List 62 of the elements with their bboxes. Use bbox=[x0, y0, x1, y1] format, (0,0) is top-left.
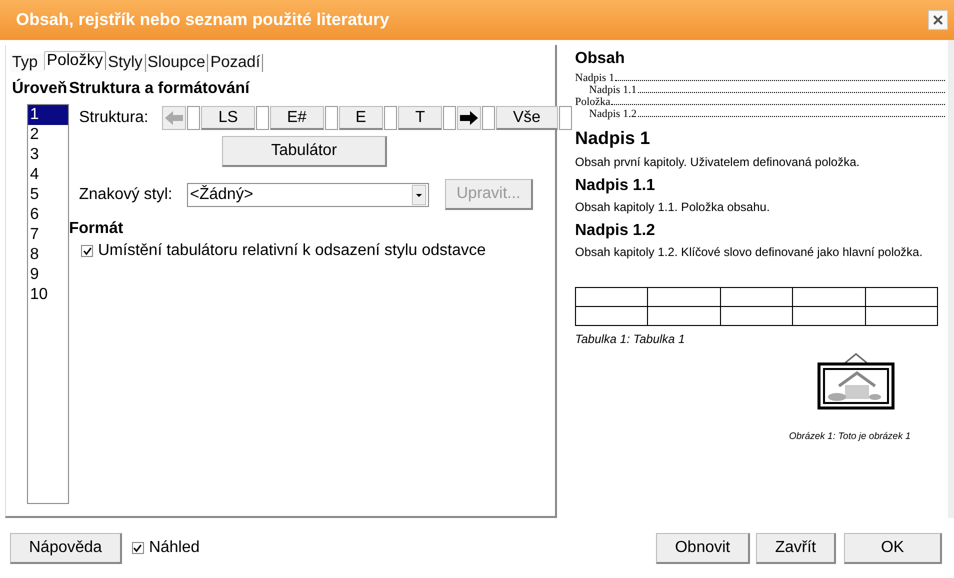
image-caption: Obrázek 1: Toto je obrázek 1 bbox=[789, 431, 912, 442]
tab[interactable]: Typ bbox=[10, 54, 44, 72]
level-item[interactable]: 9 bbox=[28, 265, 68, 285]
section-heading: Formát bbox=[69, 220, 124, 238]
close-icon bbox=[933, 15, 943, 25]
framed-picture-icon bbox=[815, 352, 897, 412]
level-item[interactable]: 1 bbox=[28, 105, 68, 125]
checkbox-label: Umístění tabulátoru relativní k odsazení stylu odstavce bbox=[98, 242, 486, 260]
dropdown-icon bbox=[412, 184, 426, 204]
toc-entry: Položka bbox=[575, 96, 945, 108]
close-button[interactable] bbox=[928, 10, 948, 30]
left-arrow-icon bbox=[164, 110, 184, 126]
toc-entry: Nadpis 1 bbox=[575, 72, 945, 84]
preview-paragraph: Obsah kapitoly 1.2. Klíčové slovo definované jako hlavní položka. bbox=[575, 245, 924, 259]
preview-heading: Nadpis 1.2 bbox=[575, 222, 656, 240]
toc-entry: Nadpis 1.1 bbox=[575, 84, 945, 96]
entry-slot[interactable] bbox=[256, 106, 269, 130]
level-item[interactable]: 10 bbox=[28, 285, 68, 305]
preview-heading: Nadpis 1 bbox=[575, 128, 652, 149]
tab-button[interactable]: Tabulátor bbox=[222, 136, 387, 167]
token-button[interactable]: E bbox=[338, 106, 384, 130]
checkbox-label: Náhled bbox=[148, 539, 200, 557]
toc-entry: Nadpis 1.2 bbox=[575, 108, 945, 120]
level-item[interactable]: 4 bbox=[28, 165, 68, 185]
tab[interactable]: Položky bbox=[44, 51, 106, 70]
dialog-button[interactable]: Zavřít bbox=[756, 532, 836, 564]
token-button[interactable]: E# bbox=[270, 106, 324, 130]
level-item[interactable]: 5 bbox=[28, 185, 68, 205]
dialog-button[interactable]: Obnovit bbox=[656, 532, 750, 564]
token-button[interactable]: Vše bbox=[496, 106, 558, 130]
window-title: Obsah, rejstřík nebo seznam použité literatury bbox=[16, 10, 390, 30]
toc-title: Obsah bbox=[575, 50, 626, 68]
entry-slot[interactable] bbox=[187, 106, 200, 130]
char-style-dropdown[interactable]: <Žádný> bbox=[187, 182, 429, 206]
level-heading: Úroveň bbox=[12, 80, 68, 98]
char-style-label: Znakový styl: bbox=[79, 186, 174, 204]
tab[interactable]: Styly bbox=[106, 54, 146, 72]
level-item[interactable]: 7 bbox=[28, 225, 68, 245]
level-item[interactable]: 8 bbox=[28, 245, 68, 265]
tab[interactable]: Pozadí bbox=[208, 54, 264, 72]
right-arrow-icon bbox=[458, 110, 479, 126]
help-button[interactable]: Nápověda bbox=[10, 532, 122, 564]
structure-label: Struktura: bbox=[79, 109, 148, 127]
entry-slot[interactable] bbox=[324, 106, 338, 130]
dialog-button[interactable]: OK bbox=[844, 532, 942, 564]
level-item[interactable]: 3 bbox=[28, 145, 68, 165]
level-item[interactable]: 2 bbox=[28, 125, 68, 145]
checkbox[interactable] bbox=[132, 542, 144, 554]
level-item[interactable]: 6 bbox=[28, 205, 68, 225]
section-heading: Struktura a formátování bbox=[69, 80, 251, 98]
tab[interactable]: Sloupce bbox=[146, 54, 208, 72]
level-list[interactable]: 1 2 3 4 5 6 7 8 9 10 bbox=[27, 104, 69, 504]
arrow-button[interactable] bbox=[456, 106, 481, 130]
token-button[interactable]: T bbox=[398, 106, 442, 130]
entry-slot[interactable] bbox=[558, 106, 572, 130]
preview-paragraph: Obsah první kapitoly. Uživatelem definovaná položka. bbox=[575, 155, 861, 169]
table-caption: Tabulka 1: Tabulka 1 bbox=[575, 332, 686, 346]
entry-slot[interactable] bbox=[384, 106, 398, 130]
checkbox[interactable] bbox=[81, 245, 93, 257]
preview-paragraph: Obsah kapitoly 1.1. Položka obsahu. bbox=[575, 200, 771, 214]
preview-heading: Nadpis 1.1 bbox=[575, 177, 656, 195]
token-button[interactable]: LS bbox=[201, 106, 255, 130]
